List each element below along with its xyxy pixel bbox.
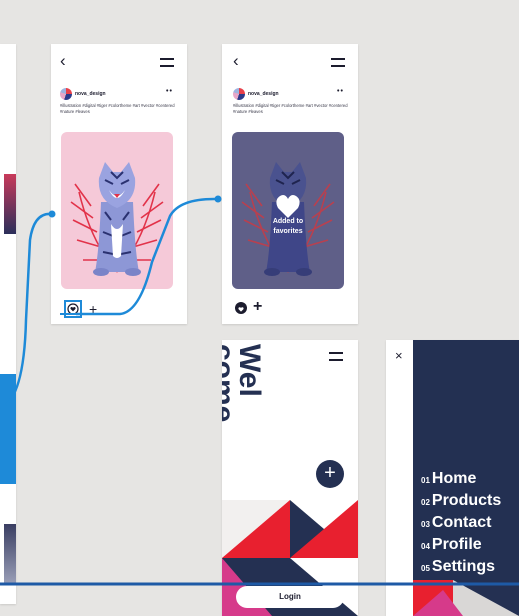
prototype-connections [0,195,519,586]
